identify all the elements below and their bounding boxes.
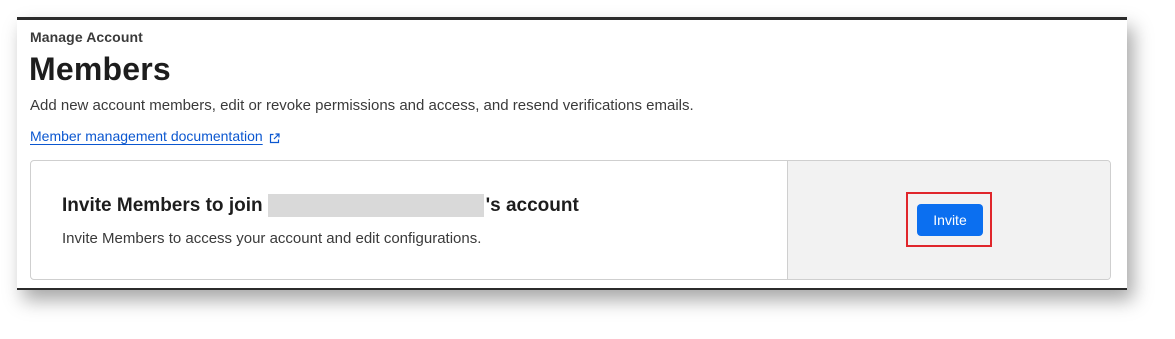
invite-card-content: Invite Members to join 's account Invite… — [31, 161, 787, 279]
breadcrumb[interactable]: Manage Account — [30, 29, 143, 45]
redacted-account-name — [267, 194, 484, 217]
doc-link-label: Member management documentation — [30, 128, 263, 144]
invite-title-prefix: Invite Members to join — [62, 194, 263, 216]
invite-action-panel: Invite — [787, 161, 1110, 279]
members-page: Manage Account Members Add new account m… — [17, 17, 1127, 290]
invite-button[interactable]: Invite — [917, 204, 983, 236]
invite-card-subtitle: Invite Members to access your account an… — [62, 230, 482, 247]
invite-members-card: Invite Members to join 's account Invite… — [30, 160, 1111, 280]
invite-card-title: Invite Members to join 's account — [62, 194, 579, 217]
page-title: Members — [29, 51, 171, 87]
member-documentation-link[interactable]: Member management documentation — [30, 128, 280, 144]
page-description: Add new account members, edit or revoke … — [30, 97, 694, 114]
invite-title-suffix: 's account — [485, 194, 579, 216]
external-link-icon — [269, 131, 280, 143]
